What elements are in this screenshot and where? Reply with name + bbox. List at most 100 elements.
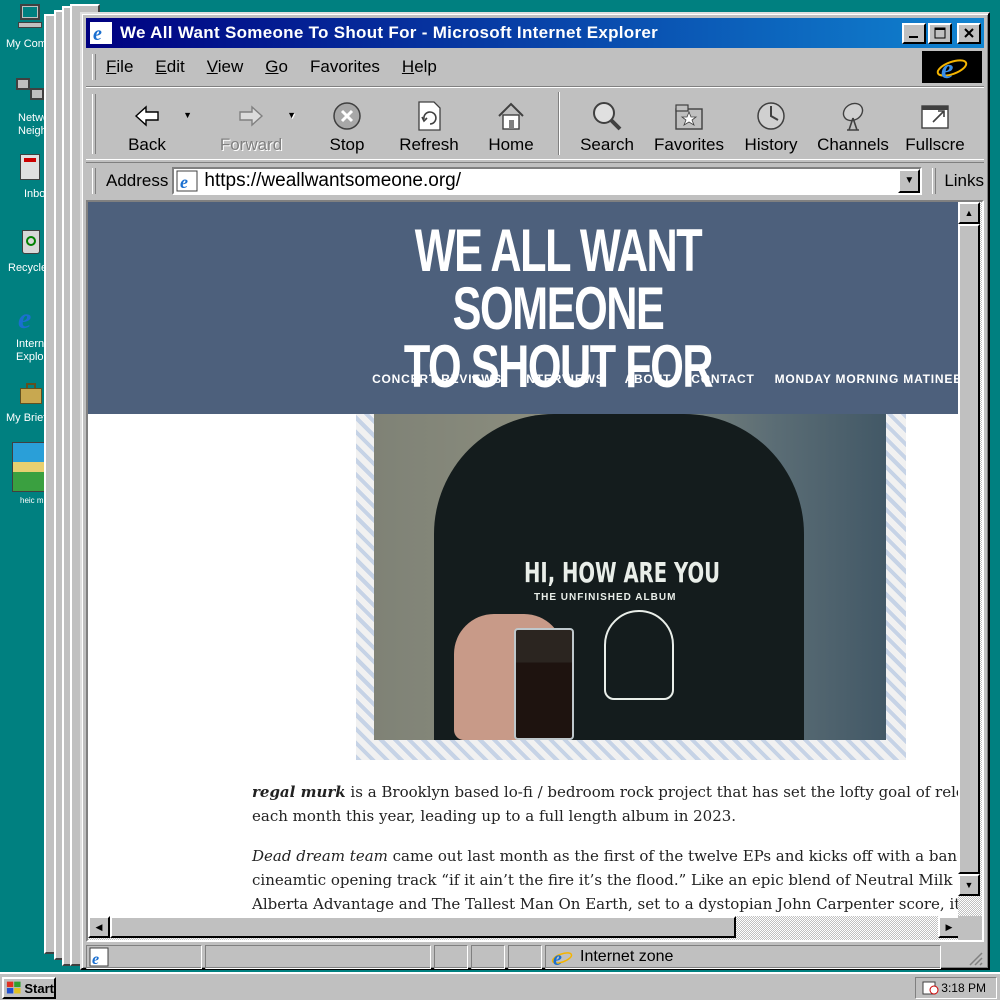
history-icon xyxy=(757,102,785,130)
svg-text:e: e xyxy=(92,951,99,967)
text-line: is a Brooklyn based lo-fi / bedroom rock… xyxy=(345,783,962,801)
status-panel-main: e xyxy=(86,945,202,969)
scroll-down-button[interactable]: ▼ xyxy=(958,874,980,896)
computer-icon xyxy=(14,2,46,34)
ie-throbber[interactable]: e xyxy=(922,51,982,83)
arrow-down-icon: ▼ xyxy=(964,880,974,890)
page-content: WE ALL WANT SOMEONE TO SHOUT FOR CONCERT… xyxy=(88,202,962,920)
system-tray: 3:18 PM xyxy=(915,977,997,999)
article-paragraph: Dead dream team came out last month as t… xyxy=(252,844,962,916)
site-title[interactable]: WE ALL WANT SOMEONE TO SHOUT FOR xyxy=(364,217,753,400)
back-label: Back xyxy=(128,135,166,154)
channels-button[interactable]: Channels xyxy=(812,88,894,159)
toolbar-grip[interactable] xyxy=(92,54,96,80)
toolbar-grip[interactable] xyxy=(92,93,96,154)
network-icon xyxy=(14,76,46,108)
internet-explorer-logo-icon: e xyxy=(936,54,968,82)
nav-contact[interactable]: CONTACT xyxy=(691,372,754,386)
favorites-icon xyxy=(675,104,703,130)
address-bar: Address e ▼ Links xyxy=(86,162,984,198)
minimize-button[interactable] xyxy=(902,22,926,44)
text-line: each month this year, leading up to a fu… xyxy=(252,807,737,825)
scroll-right-button[interactable]: ▶ xyxy=(938,916,960,938)
nav-interviews[interactable]: INTERVIEWS xyxy=(522,372,604,386)
favorites-button[interactable]: Favorites xyxy=(648,88,730,159)
back-dropdown-arrow-icon[interactable]: ▼ xyxy=(183,110,192,120)
refresh-label: Refresh xyxy=(399,135,459,154)
vertical-scrollbar[interactable]: ▲ ▼ xyxy=(958,202,982,920)
site-header: WE ALL WANT SOMEONE TO SHOUT FOR CONCERT… xyxy=(88,202,962,414)
taskbar: Start 3:18 PM xyxy=(0,972,1000,1000)
zone-label: Internet zone xyxy=(580,948,674,965)
menu-view[interactable]: View xyxy=(207,57,244,77)
back-button[interactable]: Back ▼ xyxy=(106,88,192,159)
start-label: Start xyxy=(24,980,54,996)
nav-monday-morning-matinee[interactable]: MONDAY MORNING MATINEE xyxy=(775,372,962,386)
menu-bar: File Edit View Go Favorites Help e xyxy=(86,50,984,84)
horizontal-scrollbar[interactable]: ◀ ▶ xyxy=(88,916,962,940)
forward-button[interactable]: Forward ▼ xyxy=(210,88,296,159)
nav-about[interactable]: ABOUT xyxy=(625,372,672,386)
start-button[interactable]: Start xyxy=(2,977,56,999)
address-input[interactable] xyxy=(204,169,899,192)
home-button[interactable]: Home xyxy=(470,88,552,159)
stop-icon xyxy=(333,102,361,130)
scroll-up-button[interactable]: ▲ xyxy=(958,202,980,224)
menu-go[interactable]: Go xyxy=(265,57,288,77)
stop-button[interactable]: Stop xyxy=(306,88,388,159)
internet-explorer-icon: e xyxy=(18,302,32,335)
toolbar-grip[interactable] xyxy=(92,167,96,194)
toolbar-grip[interactable] xyxy=(932,167,937,194)
links-button[interactable]: Links xyxy=(944,171,984,191)
menu-favorites[interactable]: Favorites xyxy=(310,57,380,77)
maximize-button[interactable] xyxy=(928,22,952,44)
channels-icon xyxy=(842,102,864,131)
arrow-left-icon: ◀ xyxy=(95,921,103,932)
forward-label: Forward xyxy=(219,135,283,154)
arrow-right-icon: ▶ xyxy=(945,921,953,932)
ep-title: Dead dream team xyxy=(252,847,388,865)
chevron-down-icon: ▼ xyxy=(904,175,915,186)
text-line: cineamtic opening track “if it ain’t the… xyxy=(252,871,962,889)
menu-edit[interactable]: Edit xyxy=(155,57,184,77)
history-label: History xyxy=(744,135,798,154)
search-label: Search xyxy=(580,135,634,154)
shirt-doodle xyxy=(604,610,674,700)
menu-file[interactable]: File xyxy=(106,57,133,77)
resize-grip-icon[interactable] xyxy=(964,947,984,967)
title-bar[interactable]: e We All Want Someone To Shout For - Mic… xyxy=(86,18,984,48)
address-field[interactable]: e ▼ xyxy=(172,166,923,195)
vertical-scroll-thumb[interactable] xyxy=(958,224,980,874)
standard-toolbar: Back ▼ Forward ▼ Stop Refresh Home Searc… xyxy=(86,86,984,160)
article-paragraph: regal murk is a Brooklyn based lo-fi / b… xyxy=(252,780,962,828)
close-button[interactable] xyxy=(957,22,981,44)
search-icon xyxy=(593,102,622,131)
horizontal-scroll-thumb[interactable] xyxy=(110,916,736,938)
browser-window[interactable]: e We All Want Someone To Shout For - Mic… xyxy=(80,12,990,970)
forward-dropdown-arrow-icon[interactable]: ▼ xyxy=(287,110,296,120)
page-viewport[interactable]: WE ALL WANT SOMEONE TO SHOUT FOR CONCERT… xyxy=(86,200,984,942)
refresh-button[interactable]: Refresh xyxy=(388,88,470,159)
address-dropdown-button[interactable]: ▼ xyxy=(898,168,921,193)
clock[interactable]: 3:18 PM xyxy=(941,981,986,995)
text-line: came out last month as the first of the … xyxy=(392,847,962,865)
refresh-icon xyxy=(418,101,441,131)
nav-concert-reviews[interactable]: CONCERT REVIEWS xyxy=(372,372,502,386)
history-button[interactable]: History xyxy=(730,88,812,159)
status-panel xyxy=(434,945,468,969)
status-bar: e e Internet zone xyxy=(86,944,984,970)
fullscreen-button[interactable]: Fullscre xyxy=(894,88,976,159)
home-icon xyxy=(498,102,524,130)
close-icon xyxy=(964,28,974,38)
search-button[interactable]: Search xyxy=(566,88,648,159)
home-label: Home xyxy=(488,135,534,154)
status-panel xyxy=(471,945,505,969)
back-arrow-icon xyxy=(134,105,159,127)
briefcase-icon xyxy=(14,378,46,410)
scrollbar-corner xyxy=(958,916,982,940)
scroll-left-button[interactable]: ◀ xyxy=(88,916,110,938)
site-title-line: WE ALL WANT SOMEONE xyxy=(414,217,703,342)
menu-help[interactable]: Help xyxy=(402,57,437,77)
scheduler-icon[interactable] xyxy=(922,980,940,996)
site-title-line: TO SHOUT FOR xyxy=(403,333,714,400)
